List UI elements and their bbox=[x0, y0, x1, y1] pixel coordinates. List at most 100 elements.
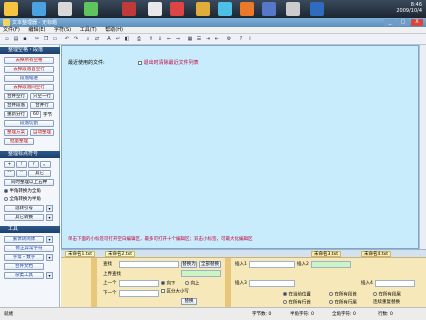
chevron-down-icon[interactable]: ▾ bbox=[46, 205, 53, 212]
maximize-button[interactable]: □ bbox=[397, 19, 409, 26]
start-icon[interactable] bbox=[4, 2, 18, 16]
paste-icon[interactable]: ▭ bbox=[51, 35, 59, 43]
next-input[interactable] bbox=[119, 290, 159, 297]
replace-icon[interactable]: ⇄ bbox=[93, 35, 101, 43]
other-convert-button[interactable]: 其它转换 bbox=[4, 214, 44, 221]
menu-chars[interactable]: 字符(S) bbox=[54, 27, 71, 33]
right-arrow-icon[interactable]: ⇒ bbox=[174, 35, 182, 43]
up-radio[interactable]: 向上 bbox=[185, 281, 199, 288]
punct-question-button[interactable]: ? bbox=[28, 161, 39, 168]
new-icon[interactable]: ▫ bbox=[3, 35, 11, 43]
merge-line-button[interactable]: 合并行 bbox=[30, 102, 54, 109]
section-header-spaces[interactable]: 整理空格・段落 bbox=[0, 47, 60, 54]
font-icon[interactable]: A bbox=[105, 35, 113, 43]
redo-icon[interactable]: ↷ bbox=[72, 35, 80, 43]
welcome-panel[interactable]: 最近使用的文件: 退出时清除最近文件列表 单击下面的小标签可打开空白编辑区，最多… bbox=[61, 45, 419, 249]
menu-file[interactable]: 文件(F) bbox=[3, 27, 20, 33]
taskbar-app-icon[interactable] bbox=[218, 2, 232, 16]
insert3-input[interactable] bbox=[249, 280, 295, 287]
full-to-half-radio[interactable]: 全角转换为半角 bbox=[4, 196, 41, 202]
indent-icon[interactable]: ⇥ bbox=[204, 35, 212, 43]
cut-paragraph-button[interactable]: 段落切割 bbox=[4, 120, 54, 127]
cut-icon[interactable]: ✂ bbox=[33, 35, 41, 43]
at-end-radio[interactable]: 在所有段尾 bbox=[373, 292, 401, 299]
grid-icon[interactable]: ▦ bbox=[186, 35, 194, 43]
merge-blank-button[interactable]: 合并空行 bbox=[4, 93, 28, 100]
at-lineend-radio[interactable]: 在所有行尾 bbox=[329, 300, 357, 307]
replace-exec-button[interactable]: 替换 bbox=[181, 298, 197, 305]
auto-cleanup-button[interactable]: 自动整理 bbox=[30, 129, 54, 136]
replace-label-button[interactable]: 替换为 bbox=[181, 261, 197, 268]
chevron-down-icon[interactable]: ▾ bbox=[46, 236, 53, 243]
at-cursor-radio[interactable]: 在当前位置 bbox=[283, 292, 311, 299]
taskbar-app-icon[interactable] bbox=[32, 2, 46, 16]
remove-first-blank-button[interactable]: 去掉段落首空行 bbox=[4, 66, 54, 73]
paragraph-indent-button[interactable]: 段落缩进 bbox=[4, 75, 54, 82]
menu-edit[interactable]: 编辑(E) bbox=[28, 27, 45, 33]
chevron-down-icon[interactable]: ▾ bbox=[46, 272, 53, 279]
resplit-width-input[interactable]: 60 bbox=[30, 111, 41, 118]
vertical-scrollbar[interactable] bbox=[419, 45, 426, 249]
punct-plus-button[interactable]: + bbox=[4, 161, 15, 168]
wrap-icon[interactable]: ↵ bbox=[114, 35, 122, 43]
clear-recent-checkbox[interactable]: 退出时清除最近文件列表 bbox=[138, 59, 199, 66]
convert-quotes-button[interactable]: 逗转引号 bbox=[4, 205, 44, 212]
up-arrow-icon[interactable]: ⇑ bbox=[147, 35, 155, 43]
at-start-radio[interactable]: 在所有段首 bbox=[329, 292, 357, 299]
taskbar-app-icon[interactable] bbox=[58, 2, 72, 16]
merge-documents-button[interactable]: 合并文档 bbox=[4, 263, 44, 270]
one-blank-button[interactable]: 只空一行 bbox=[30, 93, 54, 100]
taskbar-app-icon[interactable] bbox=[310, 2, 324, 16]
help-icon[interactable]: ? bbox=[237, 35, 245, 43]
minimize-button[interactable]: _ bbox=[384, 19, 396, 26]
remove-spaces-button[interactable]: 去掉所有空格 bbox=[4, 57, 54, 64]
misc-tools-button[interactable]: 杂类工具 bbox=[4, 272, 44, 279]
menu-help[interactable]: 帮助(H) bbox=[105, 27, 123, 33]
find-input[interactable] bbox=[119, 261, 179, 268]
fix-bad-chars-button[interactable]: 修正异常字符 bbox=[4, 245, 54, 252]
taskbar-app-icon[interactable] bbox=[170, 2, 184, 16]
replace-all-button[interactable]: 全部替换 bbox=[199, 261, 221, 268]
insert2-input[interactable] bbox=[311, 261, 351, 268]
undo-icon[interactable]: ↶ bbox=[63, 35, 71, 43]
traditional-to-simplified-button[interactable]: 繁体转简体 bbox=[4, 236, 44, 243]
taskbar-app-icon[interactable] bbox=[240, 2, 254, 16]
taskbar-app-icon[interactable] bbox=[196, 2, 210, 16]
taskbar-app-icon[interactable] bbox=[84, 2, 98, 16]
remove-para-blank-button[interactable]: 去掉段落间空行 bbox=[4, 84, 54, 91]
punct-dquote-button[interactable]: "" bbox=[4, 170, 15, 177]
outdent-icon[interactable]: ⇤ bbox=[213, 35, 221, 43]
settings-icon[interactable]: ⚙ bbox=[225, 35, 233, 43]
chevron-down-icon[interactable]: ▾ bbox=[46, 214, 53, 221]
color-icon[interactable]: ◧ bbox=[123, 35, 131, 43]
at-linestart-radio[interactable]: 在所有行首 bbox=[283, 300, 311, 307]
close-button[interactable]: X bbox=[411, 19, 423, 26]
print-icon[interactable]: ⎙ bbox=[135, 35, 143, 43]
find-icon[interactable]: ⌕ bbox=[84, 35, 92, 43]
taskbar-app-icon[interactable] bbox=[286, 2, 300, 16]
list-icon[interactable]: ☰ bbox=[195, 35, 203, 43]
chevron-down-icon[interactable]: ▾ bbox=[46, 254, 53, 261]
punct-other-button[interactable]: 其它 bbox=[28, 170, 51, 177]
punct-period-button[interactable]: 。 bbox=[40, 161, 51, 168]
down-radio[interactable]: 向下 bbox=[161, 281, 175, 288]
copy-icon[interactable]: ❐ bbox=[42, 35, 50, 43]
section-header-tools[interactable]: 工具 bbox=[0, 226, 60, 233]
info-icon[interactable]: i bbox=[246, 35, 254, 43]
punct-exclaim-button[interactable]: ! bbox=[16, 161, 27, 168]
section-header-punctuation[interactable]: 整理标点符号 bbox=[0, 151, 60, 158]
menu-tools[interactable]: 工具(T) bbox=[80, 27, 97, 33]
resplit-button[interactable]: 重新分行 bbox=[4, 111, 28, 118]
left-arrow-icon[interactable]: ⇐ bbox=[165, 35, 173, 43]
letters-digits-button[interactable]: 字母・数字 bbox=[4, 254, 44, 261]
insert1-input[interactable] bbox=[249, 261, 295, 268]
half-to-full-radio[interactable]: 半角转换为全角 bbox=[4, 188, 41, 194]
case-checkbox[interactable]: 区分大小写 bbox=[161, 289, 189, 296]
merge-para-button[interactable]: 合并段落 bbox=[4, 102, 28, 109]
taskbar-app-icon[interactable] bbox=[148, 2, 162, 16]
cleanup-plan-button[interactable]: 整理方案 bbox=[4, 129, 28, 136]
save-icon[interactable]: ▪ bbox=[21, 35, 29, 43]
taskbar-app-icon[interactable] bbox=[262, 2, 276, 16]
taskbar-app-icon[interactable] bbox=[122, 2, 136, 16]
fix-all-five-button[interactable]: 同时整理以上五种 bbox=[4, 179, 54, 186]
